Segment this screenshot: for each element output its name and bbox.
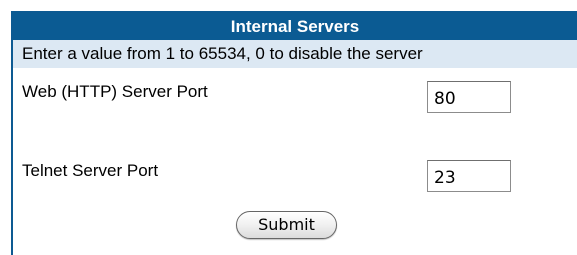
instruction-text: Enter a value from 1 to 65534, 0 to disa… — [13, 40, 577, 68]
submit-button[interactable]: Submit — [236, 211, 337, 239]
telnet-port-input[interactable] — [427, 160, 511, 192]
telnet-port-row: Telnet Server Port — [13, 149, 577, 193]
http-port-label: Web (HTTP) Server Port — [22, 82, 208, 101]
telnet-port-label: Telnet Server Port — [22, 161, 159, 180]
panel-header: Internal Servers — [13, 13, 577, 40]
http-port-row: Web (HTTP) Server Port — [13, 70, 577, 114]
panel-title: Internal Servers — [230, 17, 360, 36]
http-port-input[interactable] — [427, 81, 511, 113]
